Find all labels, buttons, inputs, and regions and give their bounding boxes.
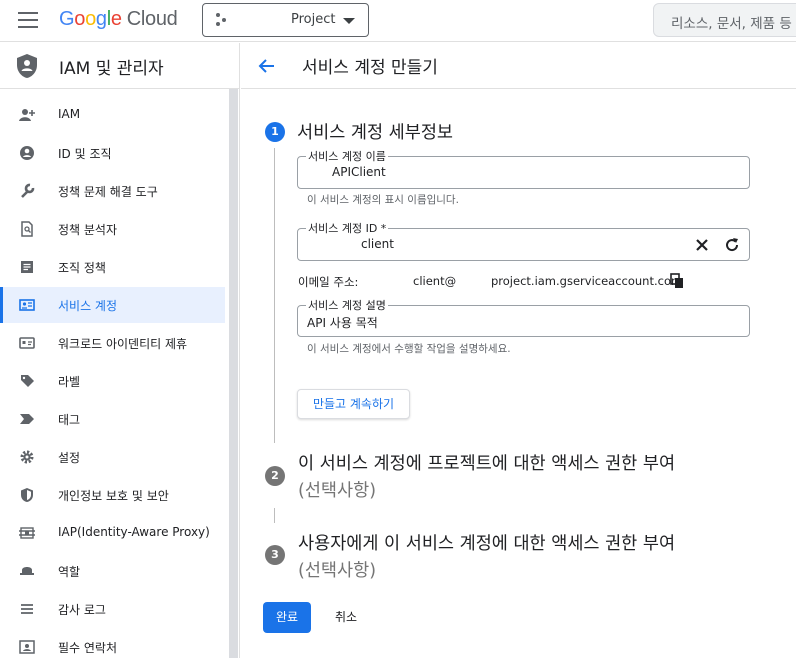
sidebar-item-label: 조직 정책 (58, 261, 106, 275)
sidebar-item-label: 워크로드 아이덴티티 제휴 (58, 337, 188, 351)
step2-title[interactable]: 이 서비스 계정에 프로젝트에 대한 액세스 권한 부여 (298, 450, 675, 475)
sidebar-item-label: 태그 (58, 413, 81, 427)
done-button[interactable]: 완료 (263, 602, 311, 633)
contact-icon (19, 640, 35, 654)
project-selector[interactable]: Project (202, 3, 369, 37)
sidebar-item-10[interactable]: 설정 (0, 439, 225, 475)
hat-icon (20, 567, 34, 575)
sidebar-item-label: 개인정보 보호 및 보안 (58, 489, 169, 503)
sidebar-item-7[interactable]: 워크로드 아이덴티티 제휴 (0, 325, 225, 361)
search-placeholder: 리소스, 문서, 제품 등 (671, 16, 792, 32)
sidebar-item-8[interactable]: 라벨 (0, 363, 225, 399)
step3-number: 3 (265, 545, 285, 565)
step2-optional: (선택사항) (298, 481, 377, 501)
sidebar-item-5[interactable]: 조직 정책 (0, 249, 225, 285)
list-document-icon (21, 261, 33, 273)
account-circle-icon (20, 146, 34, 160)
search-input[interactable]: 리소스, 문서, 제품 등 (653, 3, 796, 37)
sidebar-header: IAM 및 관리자 (0, 43, 240, 89)
google-cloud-logo[interactable]: Google Cloud (59, 8, 178, 31)
sidebar-item-label: 감사 로그 (58, 603, 106, 617)
iam-shield-icon (17, 54, 37, 78)
main-content: 서비스 계정 만들기 1 서비스 계정 세부정보 서비스 계정 이름 APICl… (241, 43, 796, 658)
shield-icon (21, 488, 33, 502)
email-address-row: 이메일 주소: client@ project.iam.gserviceacco… (297, 273, 757, 291)
email-part-1: client@ (413, 274, 457, 288)
sidebar-item-11[interactable]: 개인정보 보호 및 보안 (0, 477, 225, 513)
service-account-description-value: API 사용 목적 (307, 316, 378, 330)
sidebar-item-label: 필수 연락처 (58, 641, 118, 655)
service-account-name-value: APIClient (332, 165, 386, 179)
sidebar-item-2[interactable]: ID 및 조직 (0, 135, 225, 171)
document-search-icon (21, 221, 33, 237)
page-title: 서비스 계정 만들기 (302, 58, 438, 78)
sidebar-item-label: 설정 (58, 451, 81, 465)
step1-number: 1 (265, 122, 285, 142)
step1-title: 서비스 계정 세부정보 (297, 123, 454, 143)
list-icon (21, 604, 33, 614)
sidebar-item-4[interactable]: 정책 분석자 (0, 211, 225, 247)
sidebar-item-1[interactable]: IAM (0, 97, 225, 133)
step3-title[interactable]: 사용자에게 이 서비스 계정에 대한 액세스 권한 부여 (298, 530, 675, 555)
top-bar: Google Cloud Project 리소스, 문서, 제품 등 (0, 0, 796, 42)
wrench-icon (21, 183, 35, 198)
refresh-icon[interactable] (723, 236, 741, 254)
service-account-description-field[interactable]: 서비스 계정 설명 API 사용 목적 (297, 297, 750, 337)
sidebar-item-9[interactable]: 태그 (0, 401, 225, 437)
project-dots-icon (216, 13, 230, 27)
clear-icon[interactable] (693, 236, 711, 254)
tag-icon (20, 414, 34, 424)
sidebar-item-label: 역할 (58, 565, 81, 579)
copy-icon[interactable] (669, 273, 685, 289)
sidebar-item-label: IAP(Identity-Aware Proxy) (58, 525, 210, 539)
sidebar-item-14[interactable]: 감사 로그 (0, 591, 225, 627)
email-part-2: project.iam.gserviceaccount.com (491, 274, 683, 288)
sidebar-item-label: ID 및 조직 (58, 147, 112, 161)
gear-icon (20, 450, 34, 464)
step3-optional: (선택사항) (298, 561, 377, 581)
sidebar-item-label: 서비스 계정 (58, 299, 118, 313)
cancel-button[interactable]: 취소 (324, 602, 368, 633)
step2-connector (274, 508, 275, 523)
label-icon (21, 375, 34, 387)
step1-connector (274, 148, 275, 443)
sidebar-item-label: IAM (58, 107, 81, 121)
sidebar-item-15[interactable]: 필수 연락처 (0, 629, 225, 658)
service-account-name-hint: 이 서비스 계정의 표시 이름입니다. (307, 194, 459, 206)
service-account-id-field[interactable]: 서비스 계정 ID * client (297, 220, 750, 261)
id-card-icon (19, 337, 35, 349)
service-account-description-hint: 이 서비스 계정에서 수행할 작업을 설명하세요. (307, 343, 511, 355)
service-account-name-field[interactable]: 서비스 계정 이름 APIClient (297, 148, 750, 189)
email-label: 이메일 주소: (298, 275, 359, 289)
sidebar-item-12[interactable]: IAP(Identity-Aware Proxy) (0, 515, 225, 551)
caret-down-icon (343, 18, 355, 24)
sidebar-scrollbar[interactable] (229, 89, 238, 658)
create-and-continue-button[interactable]: 만들고 계속하기 (297, 389, 410, 419)
project-label: Project (291, 12, 336, 27)
service-account-description-label: 서비스 계정 설명 (306, 297, 388, 313)
sidebar-title: IAM 및 관리자 (59, 59, 164, 79)
service-account-name-label: 서비스 계정 이름 (306, 148, 388, 164)
sidebar-item-label: 정책 분석자 (58, 223, 118, 237)
main-menu-icon[interactable] (18, 12, 38, 28)
sidebar-item-13[interactable]: 역할 (0, 553, 225, 589)
sidebar-item-label: 라벨 (58, 375, 81, 389)
service-account-icon (19, 299, 35, 311)
sidebar-item-6[interactable]: 서비스 계정 (0, 287, 225, 323)
sidebar: IAM 및 관리자 IAM ID 및 조직정책 문제 해결 도구정책 분석자조직 … (0, 43, 240, 658)
person-add-icon (19, 109, 35, 121)
service-account-id-value: client (361, 237, 394, 251)
sidebar-item-3[interactable]: 정책 문제 해결 도구 (0, 173, 225, 209)
proxy-icon (19, 527, 35, 539)
service-account-id-label: 서비스 계정 ID * (306, 220, 389, 236)
page-header: 서비스 계정 만들기 (241, 43, 796, 89)
step2-number: 2 (265, 466, 285, 486)
back-arrow-icon[interactable] (257, 56, 277, 76)
sidebar-item-label: 정책 문제 해결 도구 (58, 185, 158, 199)
